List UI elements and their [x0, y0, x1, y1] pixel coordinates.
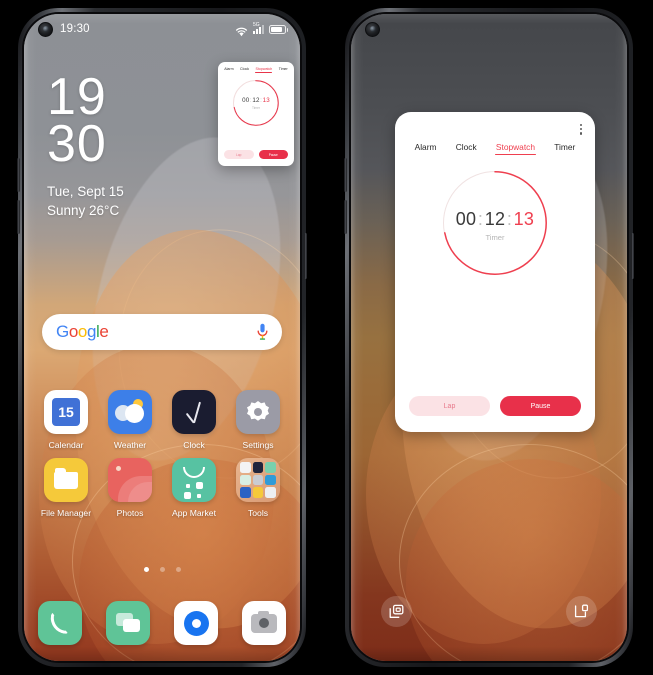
tab-alarm[interactable]: Alarm	[224, 67, 233, 71]
status-bar-icons: 5G	[235, 22, 288, 37]
stopwatch-sub-label: Timer	[485, 233, 505, 242]
pause-button[interactable]: Pause	[500, 396, 581, 416]
wifi-icon	[235, 24, 248, 37]
phone-icon[interactable]	[38, 601, 82, 645]
battery-icon	[269, 24, 288, 34]
power-button[interactable]	[304, 233, 307, 279]
page-dot-active[interactable]	[143, 567, 149, 572]
split-screen-icon[interactable]	[381, 596, 412, 627]
stopwatch-buttons-small: Lap Pause	[224, 150, 288, 159]
app-label: Calendar	[48, 440, 84, 450]
time-minutes: 12	[484, 209, 506, 229]
app-settings[interactable]: Settings	[230, 390, 286, 450]
photos-icon	[108, 458, 152, 502]
google-search-bar[interactable]: Google	[42, 314, 282, 350]
phone-left-screen: 19:30 5G 19 30 Tue, Sept 15 Sunny 26°C G…	[24, 14, 300, 661]
phone-right-bezel: Alarm Clock Stopwatch Timer 00:12:13 Tim…	[349, 12, 629, 663]
app-label: App Market	[172, 508, 216, 518]
kebab-menu-icon[interactable]	[579, 124, 582, 135]
status-bar-left: 19:30 5G	[24, 14, 300, 44]
app-photos[interactable]: Photos	[102, 458, 158, 518]
weather-icon	[108, 390, 152, 434]
messages-icon[interactable]	[106, 601, 150, 645]
signal-5g-icon: 5G	[253, 22, 264, 34]
app-label: Clock	[183, 440, 205, 450]
volume-down-button[interactable]	[17, 200, 20, 234]
stopwatch-dial: 00:12:13 Timer	[395, 171, 595, 275]
app-weather[interactable]: Weather	[102, 390, 158, 450]
tab-stopwatch[interactable]: Stopwatch	[494, 142, 537, 155]
app-tools[interactable]: Tools	[230, 458, 286, 518]
front-camera-punch-hole	[365, 21, 380, 37]
volume-up-button[interactable]	[344, 158, 347, 192]
app-file-manager[interactable]: File Manager	[38, 458, 94, 518]
clock-minutes: 30	[47, 115, 107, 173]
page-indicator	[24, 567, 300, 572]
app-market-icon	[172, 458, 216, 502]
app-row-2: File Manager Photos App Market Tools	[38, 458, 286, 518]
calendar-day-number: 15	[52, 398, 80, 426]
lap-button[interactable]: Lap	[224, 150, 254, 159]
page-dot[interactable]	[159, 567, 165, 572]
clock-tabs: Alarm Clock Stopwatch Timer	[395, 112, 595, 155]
app-row-1: 15 Calendar Weather Clock Settings	[38, 390, 286, 450]
app-label: Photos	[116, 508, 144, 518]
phone-left: 19:30 5G 19 30 Tue, Sept 15 Sunny 26°C G…	[17, 8, 307, 667]
app-label: Tools	[247, 508, 269, 518]
stopwatch-buttons: Lap Pause	[409, 396, 581, 416]
clock-weather: Sunny 26°C	[47, 203, 120, 218]
browser-icon[interactable]	[174, 601, 218, 645]
floating-clock-window[interactable]: Alarm Clock Stopwatch Timer 00:12:13 Tim…	[218, 62, 294, 166]
phone-right: Alarm Clock Stopwatch Timer 00:12:13 Tim…	[344, 8, 634, 667]
phone-right-screen: Alarm Clock Stopwatch Timer 00:12:13 Tim…	[351, 14, 627, 661]
clock-tabs-small: Alarm Clock Stopwatch Timer	[218, 62, 294, 74]
pause-button[interactable]: Pause	[258, 150, 288, 159]
app-grid: 15 Calendar Weather Clock Settings File …	[38, 390, 286, 526]
lap-button[interactable]: Lap	[409, 396, 490, 416]
lockscreen-clock-widget: 19 30 Tue, Sept 15 Sunny 26°C	[47, 68, 124, 220]
tab-clock[interactable]: Clock	[240, 67, 249, 71]
stopwatch-time: 00:12:13	[455, 209, 535, 229]
tab-clock[interactable]: Clock	[456, 142, 477, 155]
clock-app-window[interactable]: Alarm Clock Stopwatch Timer 00:12:13 Tim…	[395, 112, 595, 432]
microphone-icon[interactable]	[257, 323, 268, 341]
status-bar-right	[351, 14, 627, 44]
tab-stopwatch[interactable]: Stopwatch	[255, 67, 272, 73]
status-bar-time: 19:30	[60, 23, 90, 35]
float-window-icon[interactable]	[566, 596, 597, 627]
tools-folder-icon	[236, 458, 280, 502]
network-type-label: 5G	[253, 22, 260, 28]
google-logo: Google	[56, 322, 109, 341]
app-label: Weather	[113, 440, 147, 450]
tab-timer[interactable]: Timer	[279, 67, 288, 71]
settings-gear-icon	[236, 390, 280, 434]
clock-date: Tue, Sept 15	[47, 184, 124, 199]
volume-down-button[interactable]	[344, 200, 347, 234]
app-clock[interactable]: Clock	[166, 390, 222, 450]
folder-icon	[44, 458, 88, 502]
stopwatch-sub-label-small: Timer	[251, 106, 261, 110]
time-hours: 00	[455, 209, 477, 229]
page-dot[interactable]	[175, 567, 181, 572]
tab-timer[interactable]: Timer	[554, 142, 575, 155]
front-camera-punch-hole	[38, 21, 53, 37]
camera-icon[interactable]	[242, 601, 286, 645]
stopwatch-dial-small: 00:12:13 Timer	[218, 74, 294, 132]
floating-nav-buttons	[351, 596, 627, 627]
power-button[interactable]	[631, 233, 634, 279]
app-calendar[interactable]: 15 Calendar	[38, 390, 94, 450]
clock-hours: 19	[47, 68, 107, 126]
volume-up-button[interactable]	[17, 158, 20, 192]
calendar-icon: 15	[44, 390, 88, 434]
app-label: File Manager	[40, 508, 92, 518]
app-app-market[interactable]: App Market	[166, 458, 222, 518]
tab-alarm[interactable]: Alarm	[415, 142, 437, 155]
screenshot-stage: 19:30 5G 19 30 Tue, Sept 15 Sunny 26°C G…	[0, 0, 653, 675]
stopwatch-time-small: 00:12:13	[242, 97, 270, 104]
app-label: Settings	[242, 440, 274, 450]
phone-left-bezel: 19:30 5G 19 30 Tue, Sept 15 Sunny 26°C G…	[22, 12, 302, 663]
time-seconds: 13	[513, 209, 535, 229]
dock	[38, 601, 286, 645]
clock-icon	[172, 390, 216, 434]
